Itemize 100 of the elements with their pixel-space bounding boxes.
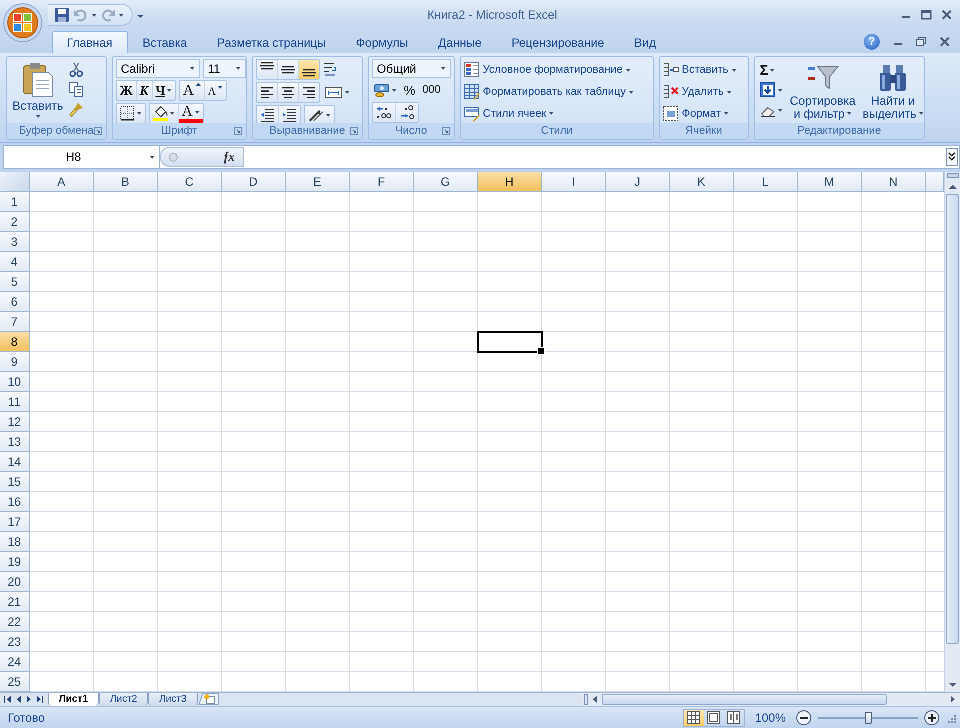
column-header[interactable]: I bbox=[542, 172, 606, 192]
row-header[interactable]: 14 bbox=[0, 452, 30, 472]
row-header[interactable]: 23 bbox=[0, 632, 30, 652]
caret-icon[interactable] bbox=[392, 88, 397, 92]
row-header[interactable]: 11 bbox=[0, 392, 30, 412]
caret-icon[interactable] bbox=[92, 14, 97, 16]
zoom-level[interactable]: 100% bbox=[755, 710, 786, 724]
row-header[interactable]: 9 bbox=[0, 352, 30, 372]
dialog-launcher-icon[interactable] bbox=[234, 127, 242, 135]
slider-thumb[interactable] bbox=[865, 712, 872, 724]
thousands-button[interactable]: 000 bbox=[420, 80, 443, 100]
sheet-tab[interactable]: Лист2 bbox=[99, 693, 148, 706]
insert-function-button[interactable]: fx bbox=[224, 149, 235, 165]
caret-icon[interactable] bbox=[441, 67, 446, 70]
ribbon-command[interactable]: Стили ячеек bbox=[464, 104, 634, 123]
font-name-field[interactable]: Calibri bbox=[116, 59, 200, 78]
caret-icon[interactable] bbox=[549, 112, 554, 116]
caret-icon[interactable] bbox=[918, 112, 924, 115]
caret-icon[interactable] bbox=[778, 88, 783, 92]
find-select-button[interactable]: Найти и выделить bbox=[860, 59, 924, 123]
row-header[interactable]: 3 bbox=[0, 232, 30, 252]
ribbon-command[interactable]: Условное форматирование bbox=[464, 61, 634, 80]
row-header[interactable]: 19 bbox=[0, 552, 30, 572]
align-button[interactable] bbox=[299, 60, 319, 79]
row-header[interactable]: 22 bbox=[0, 612, 30, 632]
caret-icon[interactable] bbox=[119, 14, 124, 16]
row-header[interactable]: 7 bbox=[0, 312, 30, 332]
percent-button[interactable]: % bbox=[402, 80, 418, 100]
resize-grip-icon[interactable] bbox=[946, 712, 956, 722]
column-header[interactable]: L bbox=[734, 172, 798, 192]
scissors-icon[interactable] bbox=[69, 62, 85, 78]
row-header[interactable]: 21 bbox=[0, 592, 30, 612]
column-header[interactable]: E bbox=[286, 172, 350, 192]
vertical-scrollbar[interactable] bbox=[944, 172, 960, 692]
caret-icon[interactable] bbox=[724, 112, 730, 116]
row-header[interactable]: 20 bbox=[0, 572, 30, 592]
brush-icon[interactable] bbox=[69, 102, 85, 118]
column-header[interactable]: G bbox=[414, 172, 478, 192]
wrap-text-icon[interactable] bbox=[323, 62, 337, 77]
row-header[interactable]: 6 bbox=[0, 292, 30, 312]
row-header[interactable]: 1 bbox=[0, 192, 30, 212]
row-header[interactable]: 10 bbox=[0, 372, 30, 392]
caret-icon[interactable] bbox=[626, 68, 631, 72]
dialog-launcher-icon[interactable] bbox=[350, 127, 358, 135]
autosum-button[interactable]: Σ bbox=[758, 61, 778, 79]
caret-icon[interactable] bbox=[170, 112, 175, 115]
split-handle[interactable] bbox=[946, 173, 958, 178]
row-header[interactable]: 17 bbox=[0, 512, 30, 532]
last-sheet-icon[interactable] bbox=[34, 694, 44, 705]
ribbon-command[interactable]: Удалить bbox=[663, 82, 737, 102]
first-sheet-icon[interactable] bbox=[4, 694, 14, 705]
font-size-field[interactable]: 11 bbox=[203, 59, 246, 78]
column-header[interactable]: C bbox=[158, 172, 222, 192]
row-header[interactable]: 2 bbox=[0, 212, 30, 232]
caret-icon[interactable] bbox=[326, 114, 331, 117]
ribbon-tab[interactable]: Главная bbox=[52, 31, 128, 53]
column-header[interactable]: F bbox=[350, 172, 414, 192]
new-sheet-icon[interactable] bbox=[198, 693, 220, 706]
shrink-font-button[interactable]: A bbox=[205, 81, 226, 100]
caret-icon[interactable] bbox=[770, 68, 776, 72]
column-header[interactable]: A bbox=[30, 172, 94, 192]
caret-icon[interactable] bbox=[167, 89, 172, 92]
handle-icon[interactable] bbox=[169, 152, 178, 162]
caret-icon[interactable] bbox=[778, 108, 783, 112]
column-header[interactable]: N bbox=[862, 172, 926, 192]
caret-icon[interactable] bbox=[236, 67, 241, 70]
close-icon[interactable] bbox=[942, 10, 952, 20]
copy-icon[interactable] bbox=[69, 82, 85, 98]
scroll-thumb[interactable] bbox=[946, 194, 959, 644]
italic-button[interactable]: К bbox=[136, 81, 153, 100]
row-header[interactable]: 12 bbox=[0, 412, 30, 432]
bold-button[interactable]: Ж bbox=[117, 81, 137, 100]
view-button[interactable] bbox=[684, 710, 704, 726]
ribbon-command[interactable]: Форматировать как таблицу bbox=[464, 82, 634, 102]
row-header[interactable]: 15 bbox=[0, 472, 30, 492]
horizontal-scrollbar[interactable] bbox=[582, 693, 960, 706]
customize-toolbar-icon[interactable] bbox=[137, 12, 144, 18]
caret-icon[interactable] bbox=[150, 156, 155, 158]
column-header[interactable]: D bbox=[222, 172, 286, 192]
maximize-icon[interactable] bbox=[921, 10, 932, 20]
zoom-out-icon[interactable] bbox=[796, 710, 812, 726]
sort-filter-button[interactable]: Сортировка и фильтр bbox=[788, 59, 858, 123]
fill-button[interactable] bbox=[758, 81, 785, 99]
dialog-launcher-icon[interactable] bbox=[442, 127, 450, 135]
column-header[interactable]: H bbox=[478, 172, 542, 192]
grow-font-button[interactable]: A bbox=[180, 81, 206, 100]
restore-icon[interactable] bbox=[916, 37, 927, 47]
caret-icon[interactable] bbox=[190, 67, 195, 70]
ribbon-command[interactable]: Формат bbox=[663, 104, 737, 123]
ribbon-tab[interactable]: Вставка bbox=[128, 31, 202, 53]
ribbon-tab[interactable]: Данные bbox=[423, 31, 497, 53]
row-header[interactable]: 16 bbox=[0, 492, 30, 512]
scroll-thumb[interactable] bbox=[602, 694, 887, 705]
row-header[interactable]: 18 bbox=[0, 532, 30, 552]
caret-icon[interactable] bbox=[36, 115, 40, 118]
row-header[interactable]: 13 bbox=[0, 432, 30, 452]
caret-icon[interactable] bbox=[345, 91, 350, 94]
split-handle-icon[interactable] bbox=[584, 694, 588, 705]
expand-icon[interactable] bbox=[946, 148, 958, 166]
active-cell[interactable] bbox=[477, 331, 543, 353]
